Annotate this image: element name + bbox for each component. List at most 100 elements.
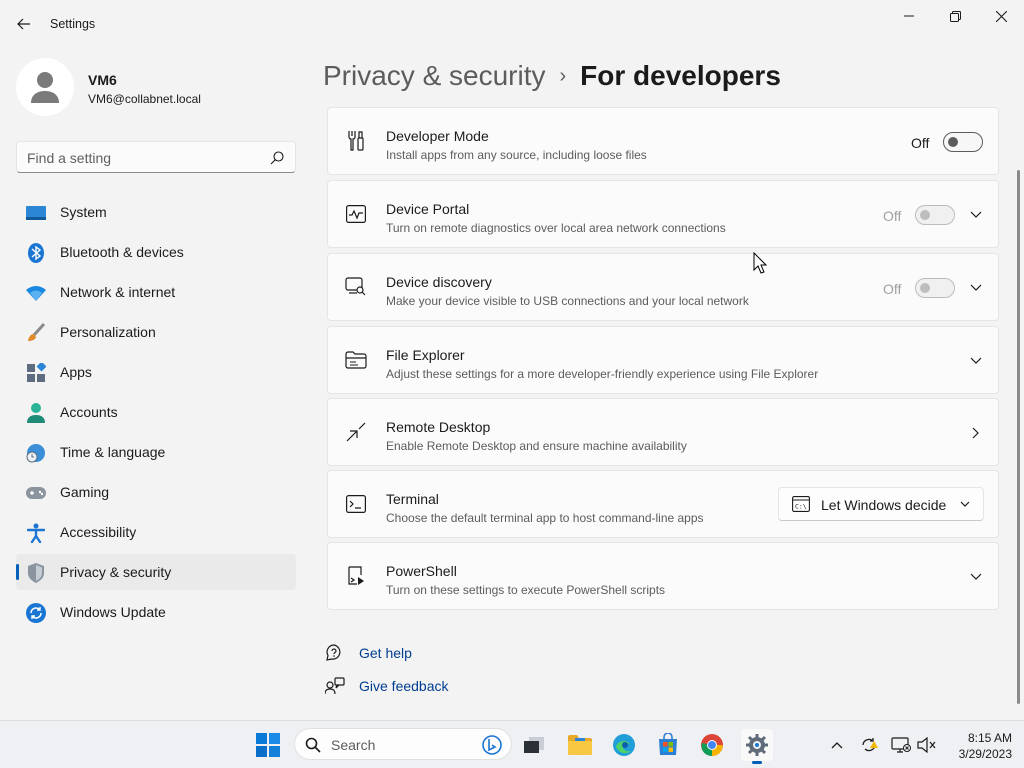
sidebar-item-apps[interactable]: Apps bbox=[16, 354, 296, 390]
clock-time: 8:15 AM bbox=[967, 731, 1012, 745]
file-explorer-icon bbox=[568, 735, 592, 755]
breadcrumb-parent[interactable]: Privacy & security bbox=[323, 60, 546, 92]
minimize-button[interactable] bbox=[886, 4, 932, 28]
page-title: For developers bbox=[580, 60, 781, 91]
file-explorer-title: File Explorer bbox=[386, 347, 465, 363]
user-profile[interactable]: VM6 VM6@collabnet.local bbox=[16, 58, 296, 118]
sidebar-item-system[interactable]: System bbox=[16, 194, 296, 230]
chevron-down-icon[interactable] bbox=[968, 280, 984, 296]
settings-search-box[interactable] bbox=[16, 141, 296, 173]
developer-mode-state: Off bbox=[911, 135, 930, 151]
powershell-icon bbox=[345, 565, 367, 587]
powershell-title: PowerShell bbox=[386, 563, 457, 579]
default-terminal-value: Let Windows decide bbox=[821, 497, 947, 513]
restore-icon bbox=[949, 10, 961, 22]
wifi-icon bbox=[26, 283, 46, 303]
remote-desktop-icon bbox=[345, 421, 367, 443]
device-portal-card[interactable]: Device Portal Turn on remote diagnostics… bbox=[327, 180, 999, 248]
device-discovery-description: Make your device visible to USB connecti… bbox=[386, 294, 749, 308]
svg-text:C:\: C:\ bbox=[795, 503, 807, 511]
taskbar-edge[interactable] bbox=[608, 729, 640, 761]
taskbar-chrome[interactable] bbox=[696, 729, 728, 761]
chevron-down-icon[interactable] bbox=[968, 569, 984, 585]
sidebar-item-windows-update[interactable]: Windows Update bbox=[16, 594, 296, 630]
sidebar-item-label: Bluetooth & devices bbox=[60, 244, 184, 260]
tray-volume[interactable] bbox=[917, 735, 937, 755]
back-button[interactable] bbox=[12, 12, 36, 36]
chevron-up-icon bbox=[831, 742, 843, 749]
sidebar-item-label: Time & language bbox=[60, 444, 166, 460]
device-discovery-card[interactable]: Device discovery Make your device visibl… bbox=[327, 253, 999, 321]
sidebar-item-privacy-security[interactable]: Privacy & security bbox=[16, 554, 296, 590]
tray-sync[interactable] bbox=[859, 735, 879, 755]
powershell-card[interactable]: PowerShell Turn on these settings to exe… bbox=[327, 542, 999, 610]
device-portal-title: Device Portal bbox=[386, 201, 470, 217]
sidebar-item-label: Apps bbox=[60, 364, 92, 380]
powershell-description: Turn on these settings to execute PowerS… bbox=[386, 583, 666, 597]
mouse-cursor-icon bbox=[753, 252, 767, 274]
give-feedback-link[interactable]: Give feedback bbox=[325, 675, 449, 697]
sidebar-item-network[interactable]: Network & internet bbox=[16, 274, 296, 310]
developer-mode-toggle[interactable] bbox=[943, 132, 983, 152]
sidebar-item-accessibility[interactable]: Accessibility bbox=[16, 514, 296, 550]
get-help-label: Get help bbox=[359, 645, 412, 661]
profile-email: VM6@collabnet.local bbox=[88, 92, 201, 106]
close-button[interactable] bbox=[978, 4, 1024, 28]
sidebar-item-label: Accessibility bbox=[60, 524, 137, 540]
search-icon[interactable] bbox=[269, 150, 285, 166]
sidebar-item-label: Personalization bbox=[60, 324, 156, 340]
scrollbar[interactable] bbox=[1017, 170, 1020, 704]
chevron-right-icon[interactable] bbox=[968, 425, 984, 441]
device-portal-state: Off bbox=[883, 208, 902, 224]
update-icon bbox=[26, 603, 46, 623]
sidebar-item-accounts[interactable]: Accounts bbox=[16, 394, 296, 430]
device-search-icon bbox=[345, 276, 367, 298]
chrome-icon bbox=[701, 734, 723, 756]
sidebar-item-label: Gaming bbox=[60, 484, 110, 500]
remote-desktop-title: Remote Desktop bbox=[386, 419, 491, 435]
taskbar-task-view[interactable] bbox=[518, 729, 550, 761]
device-discovery-state: Off bbox=[883, 281, 902, 297]
terminal-title: Terminal bbox=[386, 491, 439, 507]
sidebar-item-time-language[interactable]: Time & language bbox=[16, 434, 296, 470]
chevron-down-icon[interactable] bbox=[968, 353, 984, 369]
network-monitor-icon bbox=[891, 737, 911, 753]
sidebar-item-gaming[interactable]: Gaming bbox=[16, 474, 296, 510]
sidebar-item-personalization[interactable]: Personalization bbox=[16, 314, 296, 350]
terminal-card: Terminal Choose the default terminal app… bbox=[327, 470, 999, 538]
help-chat-icon bbox=[325, 643, 345, 663]
title-bar: Settings bbox=[0, 0, 1024, 48]
brush-icon bbox=[26, 323, 46, 343]
tray-network[interactable] bbox=[891, 735, 911, 755]
sidebar-nav: System Bluetooth & devices Network & int… bbox=[16, 194, 296, 634]
taskbar-settings[interactable] bbox=[741, 729, 773, 764]
developer-tools-icon bbox=[345, 130, 367, 152]
person-icon bbox=[31, 72, 59, 103]
remote-desktop-card[interactable]: Remote Desktop Enable Remote Desktop and… bbox=[327, 398, 999, 466]
breadcrumb: Privacy & security › For developers bbox=[323, 58, 781, 94]
chevron-down-icon[interactable] bbox=[968, 207, 984, 223]
shield-icon bbox=[26, 563, 46, 583]
device-portal-description: Turn on remote diagnostics over local ar… bbox=[386, 221, 726, 235]
developer-mode-card: Developer Mode Install apps from any sou… bbox=[327, 107, 999, 175]
get-help-link[interactable]: Get help bbox=[325, 642, 412, 664]
terminal-icon bbox=[345, 493, 367, 515]
default-terminal-dropdown[interactable]: C:\ Let Windows decide bbox=[778, 487, 984, 521]
sync-warning-icon bbox=[862, 738, 878, 752]
clock-date: 3/29/2023 bbox=[958, 747, 1012, 761]
taskbar-search[interactable]: Search bbox=[294, 728, 512, 760]
sidebar-item-label: Windows Update bbox=[60, 604, 166, 620]
start-button[interactable] bbox=[252, 729, 284, 761]
taskbar-store[interactable] bbox=[652, 729, 684, 761]
terminal-description: Choose the default terminal app to host … bbox=[386, 511, 704, 525]
sidebar-item-label: Accounts bbox=[60, 404, 118, 420]
file-explorer-card[interactable]: File Explorer Adjust these settings for … bbox=[327, 326, 999, 394]
sidebar-item-bluetooth[interactable]: Bluetooth & devices bbox=[16, 234, 296, 270]
search-input[interactable] bbox=[27, 148, 257, 168]
task-view-icon bbox=[524, 737, 544, 753]
restore-button[interactable] bbox=[932, 4, 978, 28]
device-portal-toggle bbox=[915, 205, 955, 225]
taskbar-clock[interactable]: 8:15 AM 3/29/2023 bbox=[942, 730, 1012, 762]
taskbar-file-explorer[interactable] bbox=[564, 729, 596, 761]
show-hidden-icons-button[interactable] bbox=[827, 735, 847, 755]
